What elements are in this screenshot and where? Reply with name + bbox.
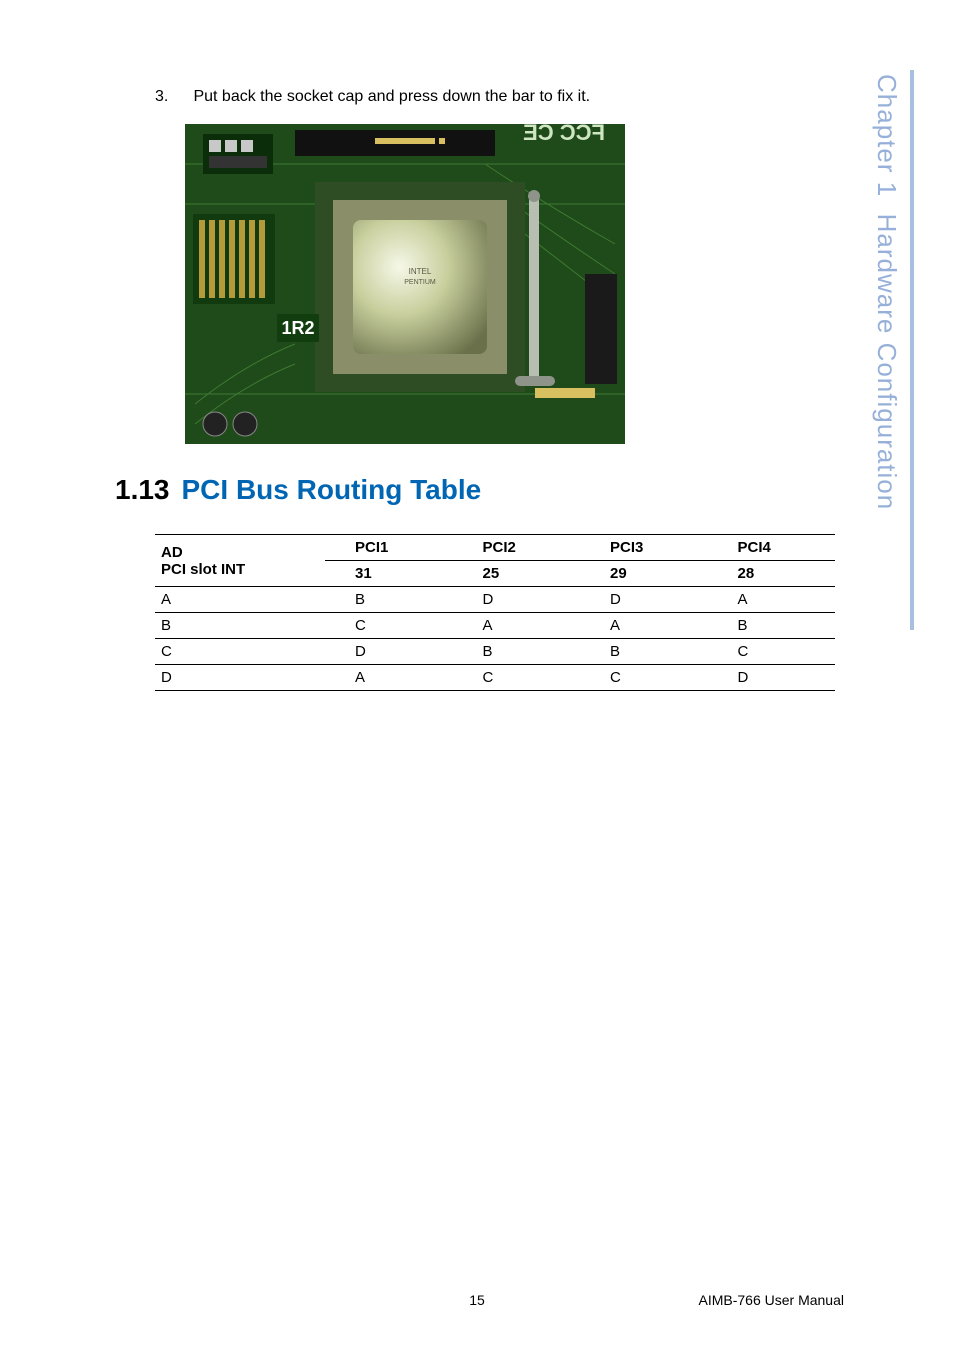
head-label-slot: PCI slot INT [161,561,319,578]
row-label: B [155,613,325,639]
table-cell: B [453,639,581,665]
section-heading: 1.13 PCI Bus Routing Table [115,474,760,506]
step-text: Put back the socket cap and press down t… [193,88,590,105]
col-head-pci1: PCI1 [325,535,453,561]
table-cell: D [708,665,836,691]
motherboard-photo: FCC CE [185,124,625,444]
col-head-pci3: PCI3 [580,535,708,561]
step-line: 3. Put back the socket cap and press dow… [155,88,760,106]
row-label: C [155,639,325,665]
table-cell: C [453,665,581,691]
table-cell: C [325,613,453,639]
ad-val-pci3: 29 [580,561,708,587]
silkscreen-label: 1R2 [281,318,314,338]
table-row: CDBBC [155,639,835,665]
step-number: 3. [155,88,189,106]
row-label: A [155,587,325,613]
ad-val-pci1: 31 [325,561,453,587]
heading-title: PCI Bus Routing Table [182,474,482,506]
table-cell: C [580,665,708,691]
table-cell: A [325,665,453,691]
row-label: D [155,665,325,691]
svg-text:INTEL: INTEL [409,267,432,276]
table-row: DACCD [155,665,835,691]
table-cell: B [325,587,453,613]
table-cell: A [453,613,581,639]
table-cell: D [325,639,453,665]
footer-manual-title: AIMB-766 User Manual [698,1292,844,1308]
footer-page-number: 15 [469,1292,485,1308]
side-bar [910,70,914,630]
pci-routing-table: AD PCI slot INT PCI1 PCI2 PCI3 PCI4 31 2… [155,534,835,691]
table-row: BCAAB [155,613,835,639]
side-chapter: Chapter 1 [872,74,902,197]
ad-val-pci2: 25 [453,561,581,587]
table-cell: A [708,587,836,613]
svg-text:FCC CE: FCC CE [523,124,605,145]
table-row: ABDDA [155,587,835,613]
side-section: Hardware Configuration [872,214,902,511]
table-cell: B [708,613,836,639]
table-header-row-1: AD PCI slot INT PCI1 PCI2 PCI3 PCI4 [155,535,835,561]
ad-val-pci4: 28 [708,561,836,587]
side-tab: Chapter 1 Hardware Configuration [874,70,914,630]
table-cell: B [580,639,708,665]
table-cell: A [580,613,708,639]
row-header-block: AD PCI slot INT [155,535,325,587]
side-text: Chapter 1 Hardware Configuration [871,74,902,510]
table-cell: D [453,587,581,613]
table-cell: D [580,587,708,613]
col-head-pci2: PCI2 [453,535,581,561]
head-label-ad: AD [161,544,319,561]
heading-number: 1.13 [115,474,170,506]
svg-text:PENTIUM: PENTIUM [404,279,436,286]
col-head-pci4: PCI4 [708,535,836,561]
table-cell: C [708,639,836,665]
